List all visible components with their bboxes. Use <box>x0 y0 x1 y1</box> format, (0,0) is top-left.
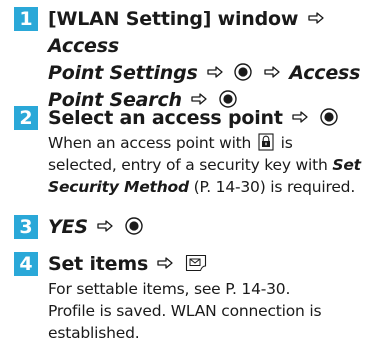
menu-item-security-method: Security Method <box>48 178 189 196</box>
right-arrow-icon <box>264 66 280 78</box>
lock-icon <box>258 133 274 151</box>
step-2: 2 Select an access point When an access … <box>14 105 370 198</box>
desc-text: is <box>280 134 293 152</box>
desc-text: Profile is saved. WLAN connection is <box>48 302 322 320</box>
step-number-badge: 3 <box>14 215 38 239</box>
desc-text: When an access point with <box>48 134 252 152</box>
menu-item-access: Access <box>48 35 119 57</box>
center-key-icon <box>234 63 253 81</box>
right-arrow-icon <box>207 66 223 78</box>
step-4-instruction: Set items <box>48 251 370 278</box>
step-2-description: When an access point with is selected, e… <box>48 132 370 198</box>
right-arrow-icon <box>292 111 308 123</box>
desc-text: For settable items, see P. 14-30. <box>48 280 291 298</box>
right-arrow-icon <box>97 220 113 232</box>
right-arrow-icon <box>308 12 324 24</box>
option-yes: YES <box>48 216 88 238</box>
step-1-instruction: [WLAN Setting] window Access Point Setti… <box>48 6 370 114</box>
desc-text: selected, entry of a security key with <box>48 156 328 174</box>
center-key-icon <box>124 217 143 235</box>
step-4: 4 Set items For settable items, see P. 1… <box>14 251 370 344</box>
menu-item-set: Set <box>332 156 361 174</box>
step-2-head: Select an access point <box>48 107 283 129</box>
step-1-body: [WLAN Setting] window Access Point Setti… <box>48 6 370 114</box>
center-key-icon <box>319 108 338 126</box>
right-arrow-icon <box>191 93 207 105</box>
step-number-badge: 4 <box>14 252 38 276</box>
step-4-description: For settable items, see P. 14-30. Profil… <box>48 278 370 344</box>
menu-item-access-2: Access <box>289 62 361 84</box>
step-2-body: Select an access point When an access po… <box>48 105 370 198</box>
step-number-badge: 2 <box>14 106 38 130</box>
step-3: 3 YES <box>14 214 370 241</box>
step-2-instruction: Select an access point <box>48 105 370 132</box>
window-name: [WLAN Setting] window <box>48 8 299 30</box>
right-arrow-icon <box>157 257 174 269</box>
step-3-body: YES <box>48 214 370 241</box>
mail-key-icon <box>185 254 206 272</box>
step-3-instruction: YES <box>48 214 370 241</box>
desc-text: established. <box>48 324 140 342</box>
step-1: 1 [WLAN Setting] window Access Point Set… <box>14 6 370 114</box>
step-4-head: Set items <box>48 253 149 275</box>
step-number-badge: 1 <box>14 7 38 31</box>
step-4-body: Set items For settable items, see P. 14-… <box>48 251 370 344</box>
menu-item-point-settings: Point Settings <box>48 62 198 84</box>
desc-text: (P. 14-30) is required. <box>193 178 356 196</box>
